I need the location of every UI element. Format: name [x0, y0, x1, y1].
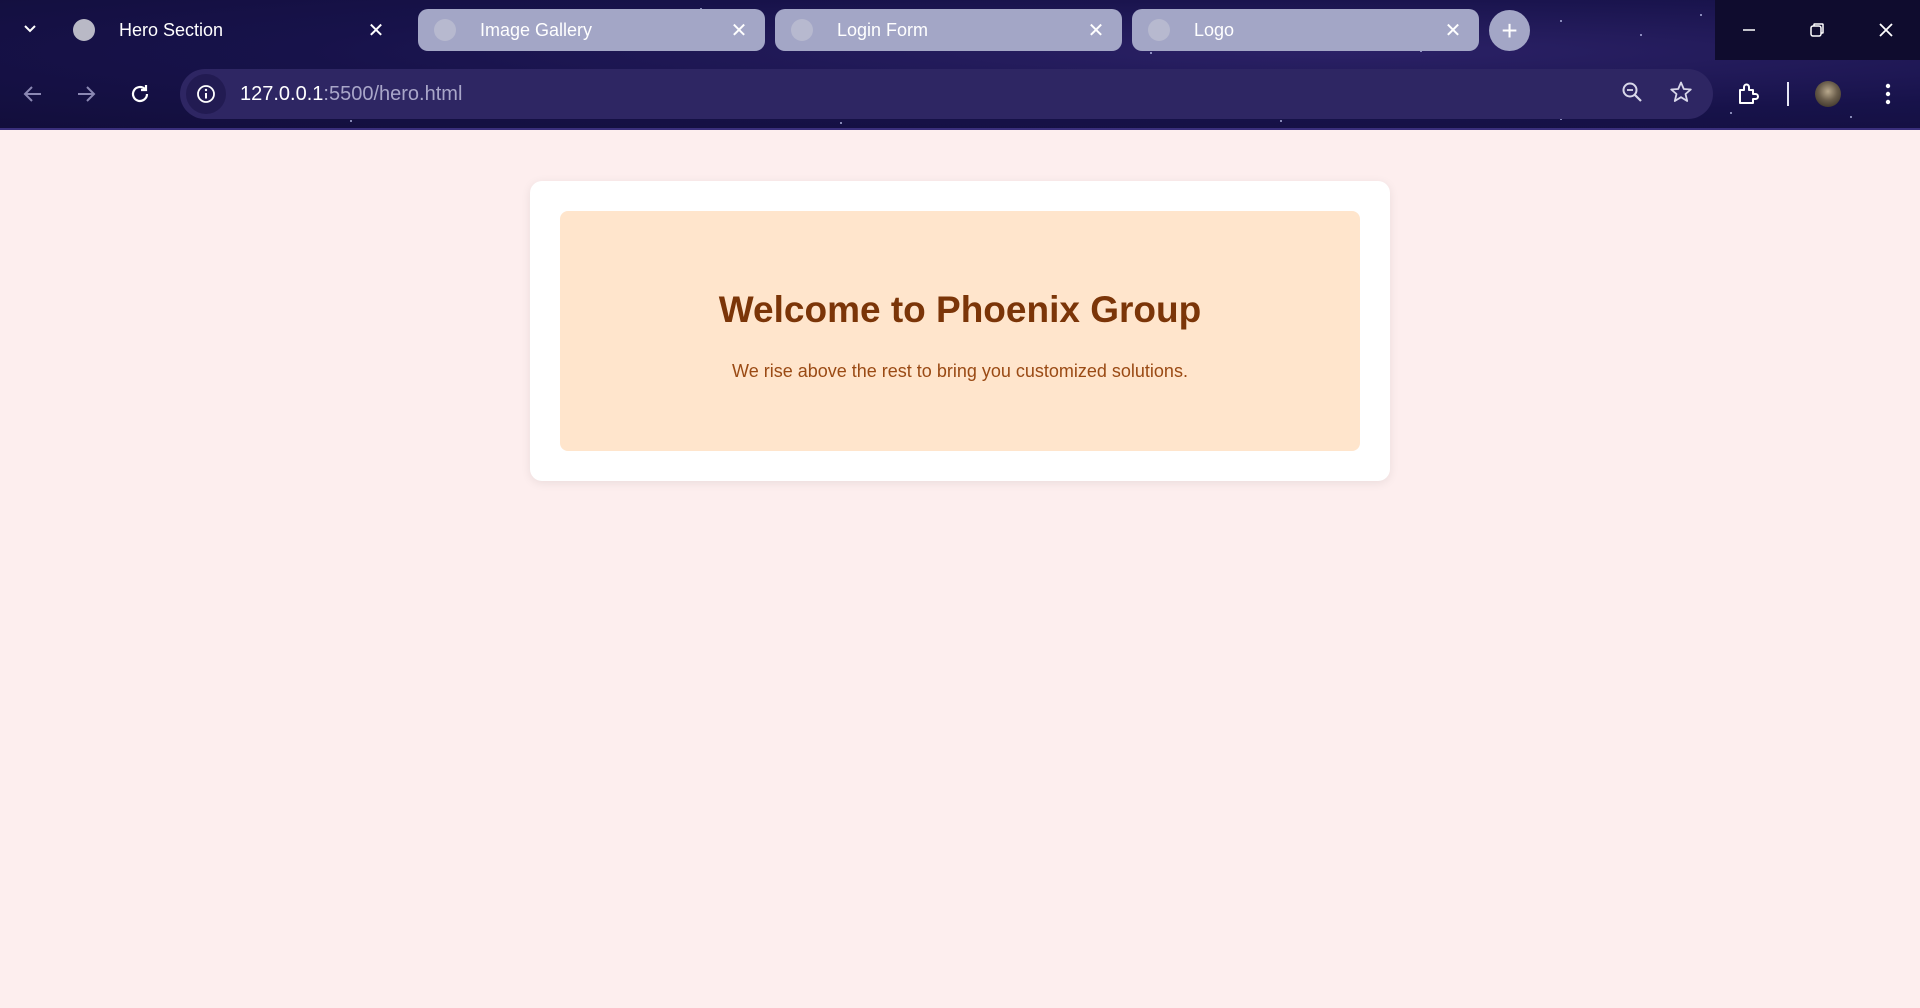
- tab-image-gallery[interactable]: Image Gallery ✕: [418, 9, 765, 51]
- tab-strip: Hero Section ✕ Image Gallery ✕ Login For…: [0, 0, 1920, 60]
- profile-button[interactable]: [1808, 81, 1848, 107]
- browser-chrome: Hero Section ✕ Image Gallery ✕ Login For…: [0, 0, 1920, 130]
- hero-heading: Welcome to Phoenix Group: [718, 289, 1202, 330]
- close-icon[interactable]: ✕: [1084, 18, 1108, 42]
- restore-icon[interactable]: [1783, 0, 1851, 60]
- tab-logo[interactable]: Logo ✕: [1132, 9, 1479, 51]
- address-bar[interactable]: 127.0.0.1:5500/hero.html: [180, 69, 1713, 119]
- tab-title: Hero Section: [119, 19, 224, 40]
- tab-title: Logo: [1194, 19, 1235, 40]
- extensions-icon[interactable]: [1728, 82, 1768, 106]
- globe-icon: [1148, 19, 1170, 41]
- back-arrow-icon[interactable]: [13, 74, 53, 114]
- tab-login-form[interactable]: Login Form ✕: [775, 9, 1122, 51]
- zoom-icon[interactable]: [1621, 81, 1643, 108]
- extension-area: [1728, 74, 1908, 114]
- star-icon[interactable]: [1669, 80, 1693, 109]
- window-close-icon[interactable]: [1852, 0, 1920, 60]
- close-icon[interactable]: ✕: [1441, 18, 1465, 42]
- url-host: 127.0.0.1: [240, 82, 324, 105]
- hero-section: Welcome to Phoenix Group We rise above t…: [560, 211, 1360, 451]
- more-vert-icon[interactable]: [1868, 83, 1908, 105]
- close-icon[interactable]: ✕: [364, 18, 388, 42]
- window-controls: [1715, 0, 1920, 60]
- url-path: :5500/hero.html: [323, 82, 463, 105]
- toolbar: 127.0.0.1:5500/hero.html: [0, 60, 1920, 130]
- globe-icon: [791, 19, 813, 41]
- tab-search-icon[interactable]: [14, 12, 46, 44]
- plus-icon: +: [1501, 14, 1518, 46]
- tab-hero-section[interactable]: Hero Section ✕: [57, 9, 402, 51]
- forward-arrow-icon[interactable]: [66, 74, 106, 114]
- tab-title: Login Form: [837, 19, 929, 40]
- tab-title: Image Gallery: [480, 19, 593, 40]
- toolbar-divider: [1768, 82, 1808, 106]
- url-text[interactable]: 127.0.0.1:5500/hero.html: [240, 83, 462, 106]
- reload-icon[interactable]: [120, 74, 160, 114]
- omnibox-actions: [1621, 69, 1693, 119]
- page-viewport: Welcome to Phoenix Group We rise above t…: [0, 130, 1920, 1008]
- avatar: [1815, 81, 1841, 107]
- hero-subtext: We rise above the rest to bring you cust…: [732, 361, 1188, 381]
- hero-card: Welcome to Phoenix Group We rise above t…: [530, 181, 1390, 481]
- globe-icon: [73, 19, 95, 41]
- close-icon[interactable]: ✕: [727, 18, 751, 42]
- new-tab-button[interactable]: +: [1489, 10, 1530, 51]
- minimize-icon[interactable]: [1715, 0, 1783, 60]
- globe-icon: [434, 19, 456, 41]
- info-icon[interactable]: [186, 74, 226, 114]
